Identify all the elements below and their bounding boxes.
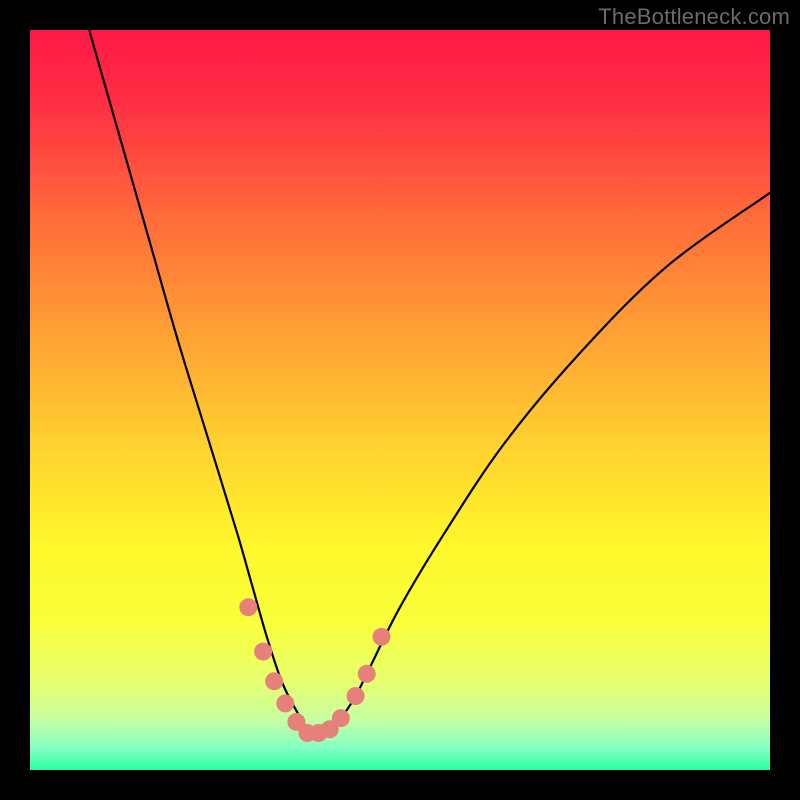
bottleneck-curve bbox=[89, 30, 770, 735]
marker-point bbox=[254, 643, 272, 661]
marker-point bbox=[332, 709, 350, 727]
marker-point bbox=[358, 665, 376, 683]
marker-point bbox=[239, 598, 257, 616]
plot-area bbox=[30, 30, 770, 770]
curve-layer bbox=[30, 30, 770, 770]
marker-point bbox=[276, 694, 294, 712]
marker-point bbox=[373, 628, 391, 646]
chart-frame: TheBottleneck.com bbox=[0, 0, 800, 800]
marker-point bbox=[265, 672, 283, 690]
watermark-text: TheBottleneck.com bbox=[598, 4, 790, 30]
marker-point bbox=[347, 687, 365, 705]
